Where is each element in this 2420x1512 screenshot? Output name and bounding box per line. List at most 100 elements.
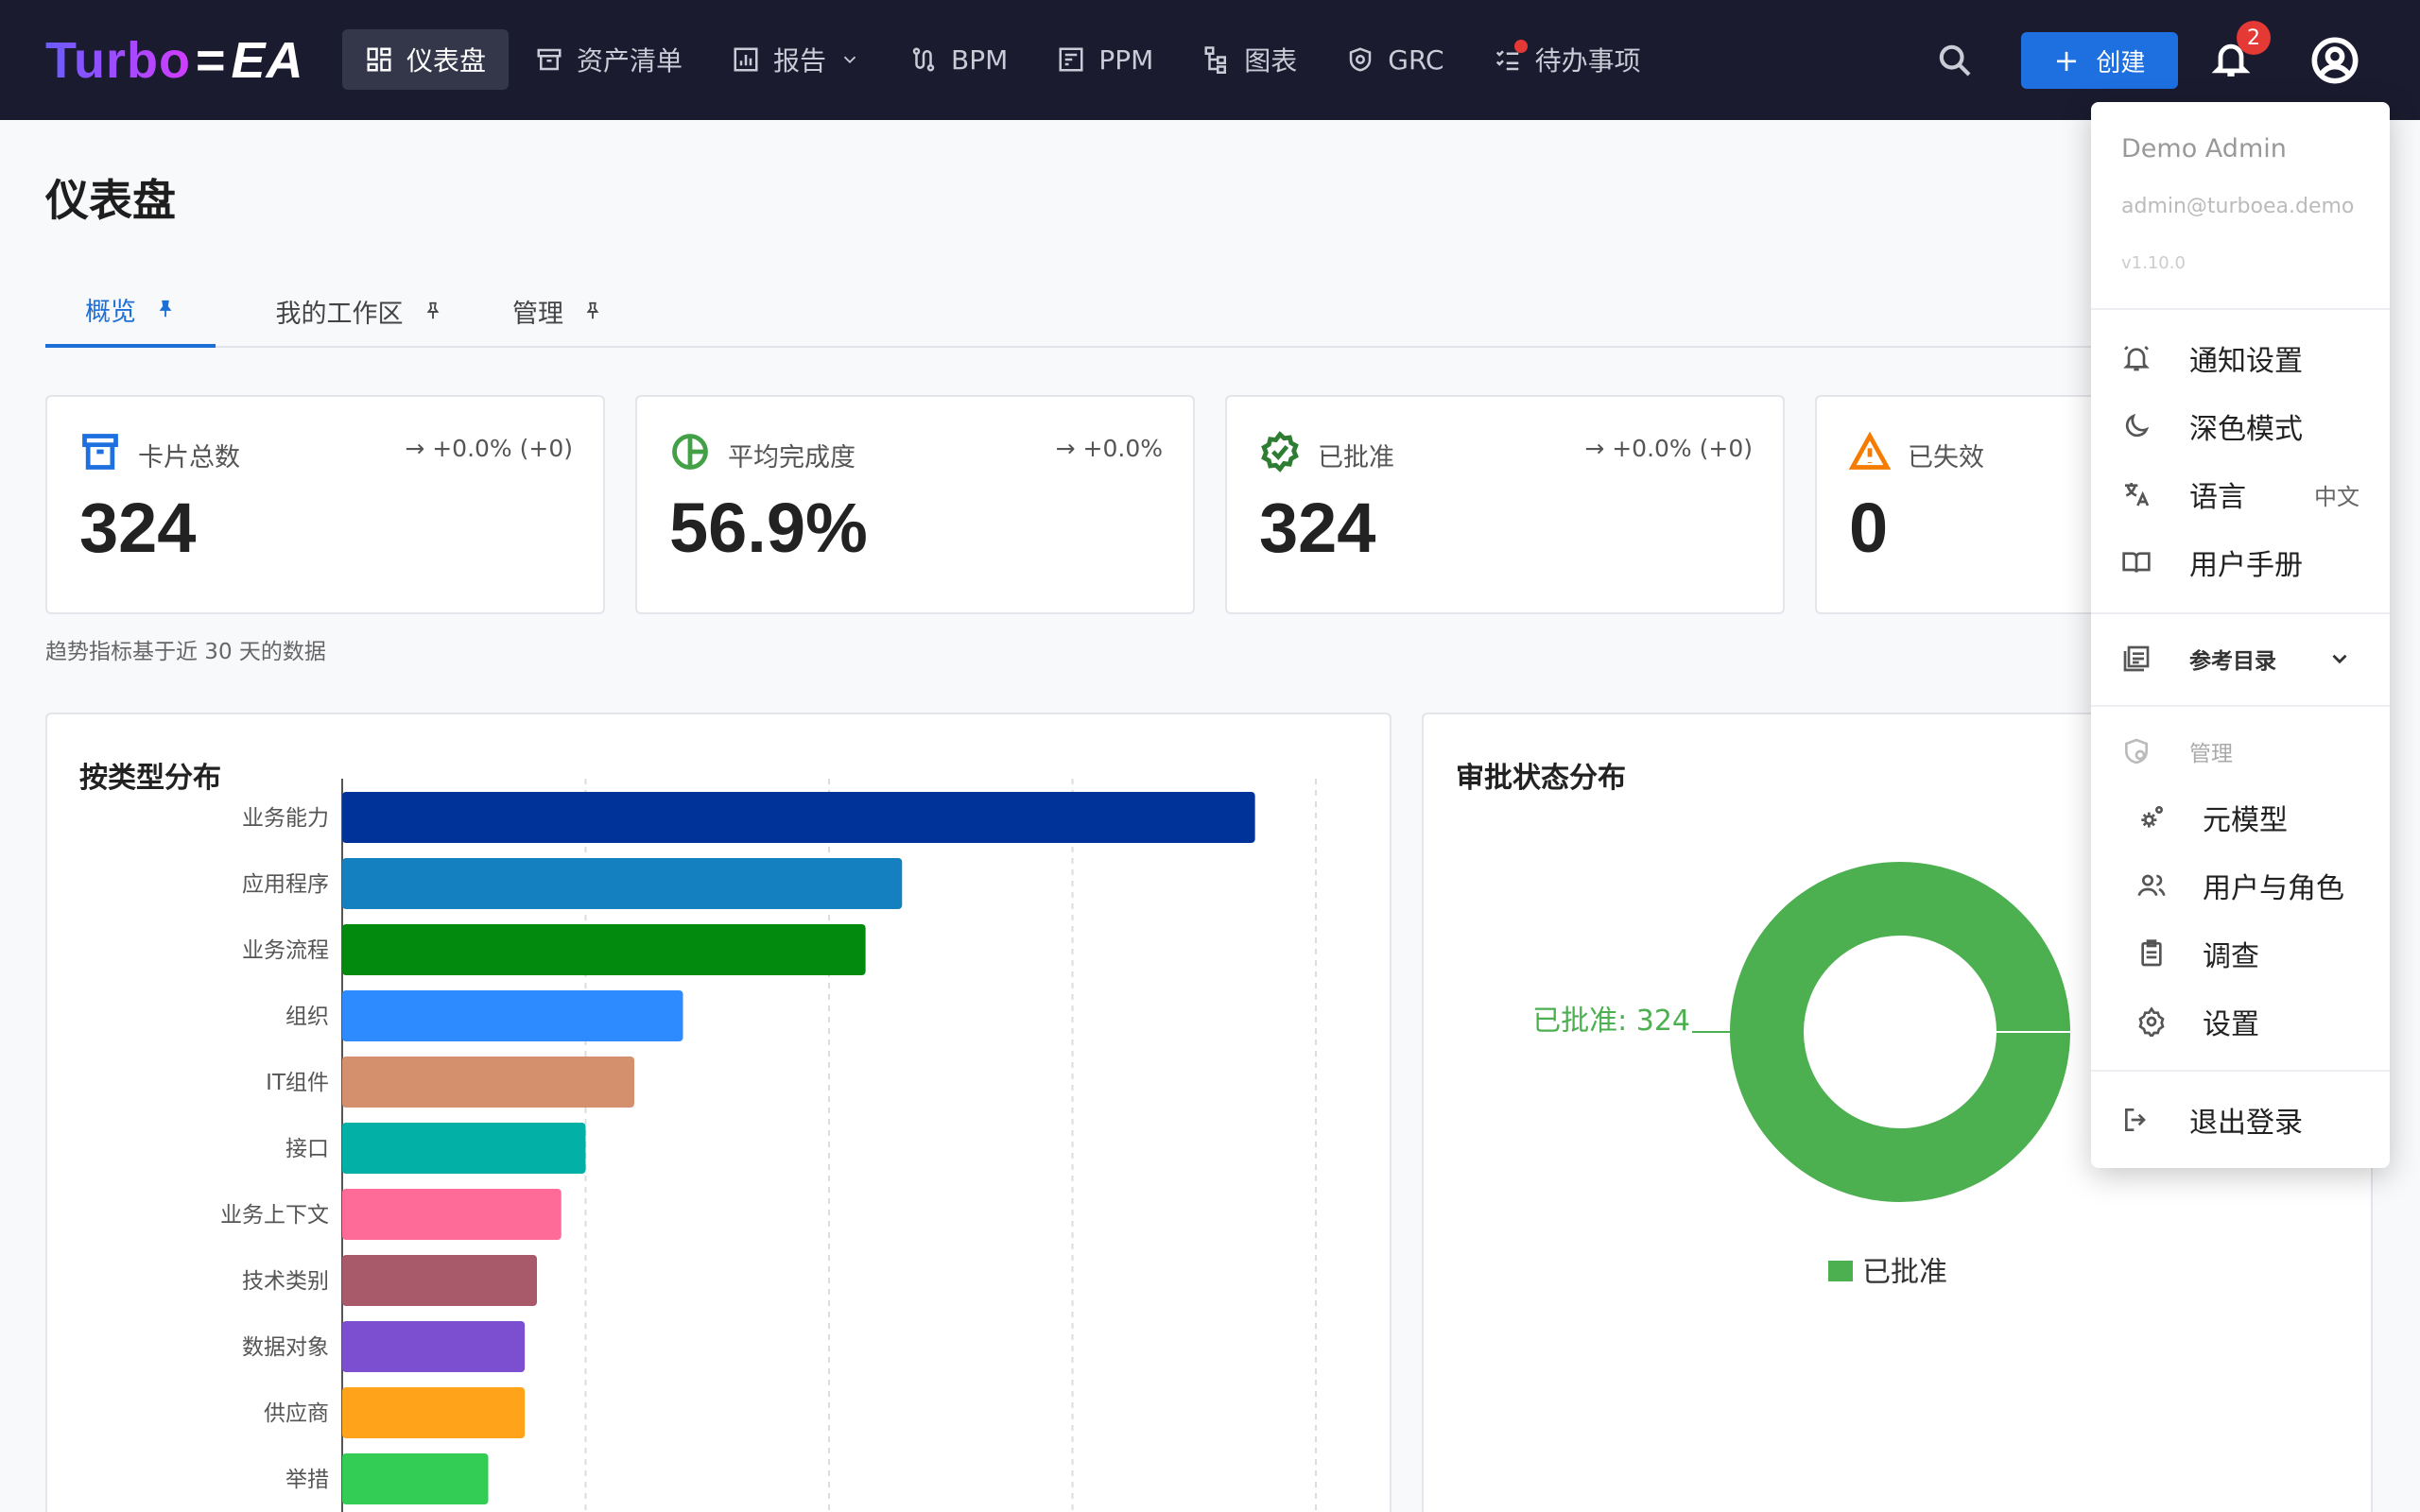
bar[interactable] — [342, 1123, 586, 1174]
category-tick-label: 业务流程 — [242, 938, 329, 963]
nav-inventory-label: 资产清单 — [577, 45, 683, 77]
bar[interactable] — [342, 1387, 526, 1438]
bar[interactable] — [342, 1189, 562, 1240]
create-button-label: 创建 — [2096, 48, 2146, 77]
trend-note: 趋势指标基于近 30 天的数据 — [45, 640, 326, 664]
nav-reports-label: 报告 — [773, 45, 827, 77]
kpi-value: 324 — [1259, 489, 1376, 567]
plus-icon: + — [2053, 43, 2080, 78]
bar[interactable] — [342, 792, 1255, 843]
dashboard-tabs: 概览 我的工作区 管理 — [45, 274, 2380, 348]
turboea-logo[interactable]: Turbo = EA — [45, 28, 304, 93]
menu-item-label: 用户手册 — [2189, 549, 2303, 582]
nav-diagrams[interactable]: 图表 — [1180, 29, 1320, 90]
category-tick-label: 组织 — [285, 1005, 329, 1029]
menu-item-settings[interactable]: 设置 — [2091, 990, 2390, 1053]
nav-reports[interactable]: 报告 — [709, 29, 883, 90]
kpi-label: 已批准 — [1318, 443, 1394, 472]
menu-item-users-roles[interactable]: 用户与角色 — [2091, 854, 2390, 917]
kpi-label: 卡片总数 — [138, 443, 240, 472]
tab-admin[interactable]: 管理 — [492, 274, 624, 348]
create-button[interactable]: + 创建 — [2021, 32, 2178, 89]
category-tick-label: 业务能力 — [242, 806, 329, 831]
moon-icon — [2121, 411, 2152, 441]
nav-grc[interactable]: GRC — [1323, 29, 1466, 90]
pin-outline-icon[interactable] — [582, 301, 603, 321]
admin-shield-icon — [2121, 736, 2152, 766]
project-icon — [1059, 47, 1083, 72]
bar[interactable] — [342, 924, 866, 975]
nav-diagrams-label: 图表 — [1244, 45, 1298, 77]
pin-icon[interactable] — [155, 299, 176, 319]
kpi-value: 0 — [1849, 489, 1889, 567]
nav-ppm-label: PPM — [1098, 43, 1154, 76]
menu-item-dark-mode[interactable]: 深色模式 — [2091, 395, 2390, 457]
search-button[interactable] — [1936, 42, 1974, 79]
nav-inventory[interactable]: 资产清单 — [512, 29, 705, 90]
page-title: 仪表盘 — [45, 175, 176, 226]
category-tick-label: IT组件 — [266, 1071, 329, 1095]
menu-item-label: 退出登录 — [2189, 1107, 2303, 1140]
todos-icon-wrap — [1494, 40, 1535, 74]
bar[interactable] — [342, 1255, 537, 1306]
todos-indicator-dot — [1513, 40, 1528, 53]
bar[interactable] — [342, 990, 683, 1041]
category-tick-label: 数据对象 — [242, 1335, 329, 1360]
gear-icon — [2136, 1006, 2167, 1040]
bar[interactable] — [342, 858, 903, 909]
bar[interactable] — [342, 1453, 489, 1504]
nav-todos-label: 待办事项 — [1534, 45, 1641, 77]
tab-my-workspace[interactable]: 我的工作区 — [246, 274, 473, 348]
menu-divider — [2091, 308, 2390, 310]
menu-admin-header: 管理 — [2091, 720, 2390, 782]
slice-data-label: 已批准: 324 — [1532, 1005, 1690, 1038]
catalog-icon — [2121, 644, 2152, 674]
chevron-down-icon — [843, 56, 856, 64]
nav-todos[interactable]: 待办事项 — [1471, 29, 1664, 90]
current-language-value: 中文 — [2314, 483, 2360, 510]
menu-item-metamodel[interactable]: 元模型 — [2091, 786, 2390, 849]
account-circle-icon — [2311, 37, 2359, 84]
archive-icon — [79, 431, 121, 472]
pin-outline-icon[interactable] — [423, 301, 443, 321]
pie-icon — [669, 431, 711, 472]
category-tick-label: 接口 — [285, 1137, 329, 1161]
menu-item-label: 元模型 — [2203, 804, 2288, 837]
category-tick-label: 举措 — [285, 1468, 329, 1492]
user-menu-button[interactable] — [2310, 36, 2360, 85]
menu-divider — [2091, 705, 2390, 707]
menu-item-surveys[interactable]: 调查 — [2091, 922, 2390, 985]
menu-user-email: admin@turboea.demo — [2121, 195, 2355, 218]
kpi-card-approved: 已批准 → +0.0% (+0) 324 — [1225, 395, 1785, 614]
menu-item-user-manual[interactable]: 用户手册 — [2091, 531, 2390, 593]
menu-user-name: Demo Admin — [2121, 134, 2287, 163]
menu-divider — [2091, 612, 2390, 614]
user-dropdown-menu: Demo Admin admin@turboea.demo v1.10.0 通知… — [2091, 102, 2390, 1168]
bar[interactable] — [342, 1321, 526, 1372]
menu-divider — [2091, 1070, 2390, 1072]
kpi-trend: → +0.0% (+0) — [405, 435, 573, 462]
bell-settings-icon — [2121, 343, 2152, 373]
menu-item-label: 语言 — [2189, 481, 2246, 514]
notification-count-badge: 2 — [2237, 21, 2271, 55]
menu-item-language[interactable]: 语言 中文 — [2091, 463, 2390, 525]
dashboard-icon — [367, 47, 391, 72]
menu-app-version: v1.10.0 — [2121, 253, 2186, 273]
donut-slice[interactable] — [1730, 862, 2070, 1202]
clipboard-icon — [2136, 938, 2167, 969]
legend-swatch — [1828, 1261, 1853, 1281]
nav-dashboard[interactable]: 仪表盘 — [342, 29, 510, 90]
nav-bpm[interactable]: BPM — [887, 29, 1030, 90]
nav-ppm[interactable]: PPM — [1034, 29, 1176, 90]
menu-item-logout[interactable]: 退出登录 — [2091, 1089, 2390, 1151]
category-tick-label: 供应商 — [264, 1401, 329, 1426]
tab-overview[interactable]: 概览 — [45, 274, 216, 348]
main-nav: 仪表盘 资产清单 报告 BPM PPM 图表 GRC 待办事项 — [342, 29, 1668, 90]
menu-item-label: 通知设置 — [2189, 345, 2303, 378]
menu-item-notification-settings[interactable]: 通知设置 — [2091, 327, 2390, 389]
book-icon — [2121, 547, 2152, 577]
menu-item-reference-catalog[interactable]: 参考目录 — [2091, 627, 2390, 690]
users-icon — [2136, 870, 2167, 901]
bar[interactable] — [342, 1057, 634, 1108]
legend-label[interactable]: 已批准 — [1862, 1256, 1947, 1289]
